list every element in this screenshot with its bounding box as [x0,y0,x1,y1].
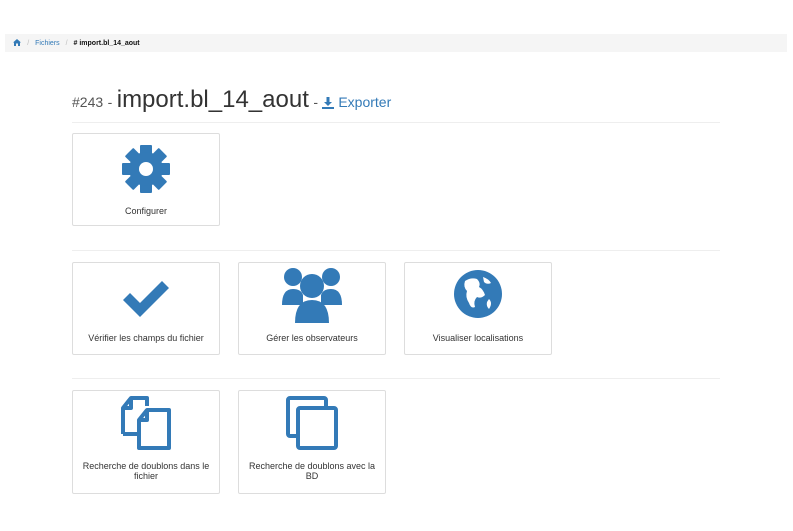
card-label: Recherche de doublons dans le fichier [82,461,210,481]
download-icon [322,96,335,112]
gear-icon [73,144,219,194]
breadcrumb-separator: / [65,40,68,47]
card-label: Recherche de doublons avec la BD [248,461,376,481]
visualize-locations-card[interactable]: Visualiser localisations [404,262,552,355]
divider [72,378,720,379]
users-icon [239,265,385,325]
divider [72,250,720,251]
home-icon[interactable] [13,38,23,47]
title-separator: - [313,94,318,110]
duplicates-in-file-card[interactable]: Recherche de doublons dans le fichier [72,390,220,494]
card-label: Vérifier les champs du fichier [88,333,204,343]
copy-icon [239,395,385,451]
check-icon [73,273,219,323]
export-label: Exporter [338,94,392,110]
file-number: #243 [72,94,104,110]
file-name: import.bl_14_aout [116,86,309,113]
files-icon [73,395,219,451]
page-title: #243 - import.bl_14_aout - Exporter [72,86,391,114]
breadcrumb: / Fichiers / # import.bl_14_aout [5,34,787,52]
card-label: Gérer les observateurs [266,333,358,343]
verify-fields-card[interactable]: Vérifier les champs du fichier [72,262,220,355]
divider [72,122,720,123]
breadcrumb-separator: / [27,40,30,47]
breadcrumb-link-fichiers[interactable]: Fichiers [35,40,60,47]
configure-card[interactable]: Configurer [72,133,220,226]
card-label: Configurer [124,206,168,216]
title-separator: - [107,94,113,110]
card-label: Visualiser localisations [432,333,524,343]
globe-icon [405,269,551,319]
export-link[interactable]: Exporter [322,94,391,110]
duplicates-with-db-card[interactable]: Recherche de doublons avec la BD [238,390,386,494]
manage-observers-card[interactable]: Gérer les observateurs [238,262,386,355]
breadcrumb-current: # import.bl_14_aout [73,40,140,47]
